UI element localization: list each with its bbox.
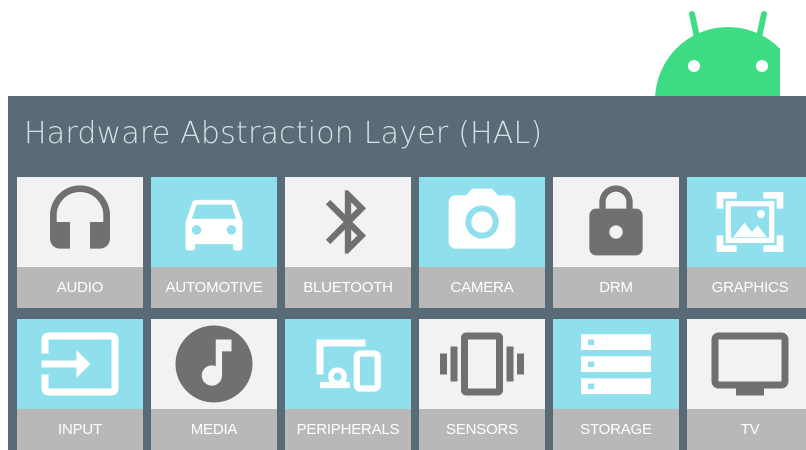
hal-panel: Hardware Abstraction Layer (HAL) AUDIO A… [8, 96, 806, 450]
vibration-icon [419, 319, 545, 409]
tile-input[interactable]: INPUT [17, 319, 143, 450]
tile-label: AUDIO [17, 267, 143, 308]
tile-label: STORAGE [553, 409, 679, 450]
camera-icon [419, 177, 545, 267]
tile-sensors[interactable]: SENSORS [419, 319, 545, 450]
tile-media[interactable]: MEDIA [151, 319, 277, 450]
music-note-icon [151, 319, 277, 409]
tile-label: AUTOMOTIVE [151, 267, 277, 308]
hal-title: Hardware Abstraction Layer (HAL) [24, 116, 543, 151]
tile-label: MEDIA [151, 409, 277, 450]
tile-drm[interactable]: DRM [553, 177, 679, 308]
tile-camera[interactable]: CAMERA [419, 177, 545, 308]
android-logo-icon [650, 8, 780, 100]
tile-label: CAMERA [419, 267, 545, 308]
tile-tv[interactable]: TV [687, 319, 806, 450]
tile-audio[interactable]: AUDIO [17, 177, 143, 308]
tile-label: TV [687, 409, 806, 450]
tile-automotive[interactable]: AUTOMOTIVE [151, 177, 277, 308]
car-icon [151, 177, 277, 267]
tile-label: BLUETOOTH [285, 267, 411, 308]
image-frame-icon [687, 177, 806, 267]
tile-label: SENSORS [419, 409, 545, 450]
devices-icon [285, 319, 411, 409]
bluetooth-icon [285, 177, 411, 267]
tile-label: GRAPHICS [687, 267, 806, 308]
tile-label: INPUT [17, 409, 143, 450]
tile-graphics[interactable]: GRAPHICS [687, 177, 806, 308]
tile-bluetooth[interactable]: BLUETOOTH [285, 177, 411, 308]
headphones-icon [17, 177, 143, 267]
storage-icon [553, 319, 679, 409]
tile-label: DRM [553, 267, 679, 308]
tile-peripherals[interactable]: PERIPHERALS [285, 319, 411, 450]
input-icon [17, 319, 143, 409]
tile-label: PERIPHERALS [285, 409, 411, 450]
tile-storage[interactable]: STORAGE [553, 319, 679, 450]
tv-icon [687, 319, 806, 409]
lock-icon [553, 177, 679, 267]
hal-module-grid: AUDIO AUTOMOTIVE BLUETOOTH CAMERA DRM GR… [17, 177, 806, 450]
